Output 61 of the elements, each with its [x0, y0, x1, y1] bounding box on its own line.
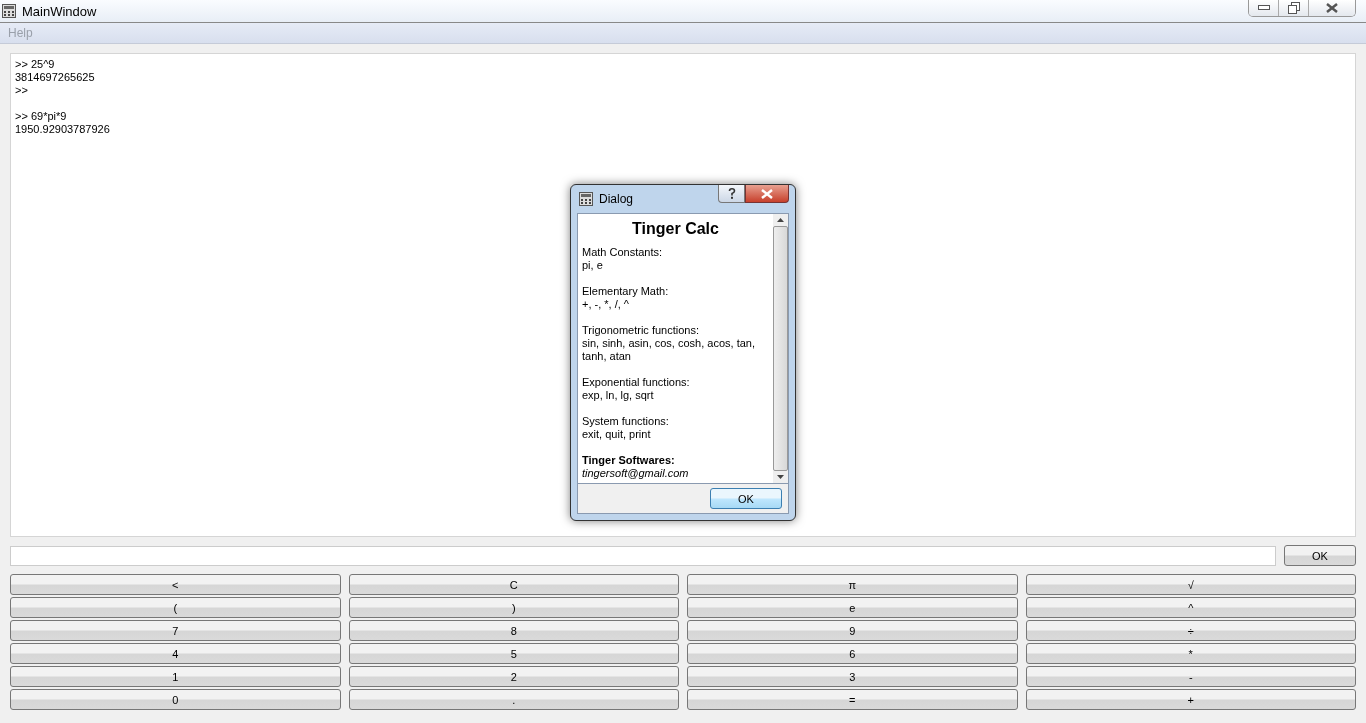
calculator-icon [579, 192, 593, 206]
keypad-button[interactable]: * [1025, 643, 1356, 664]
dialog-title: Dialog [599, 192, 634, 206]
section-heading: Trigonometric functions: [582, 324, 700, 337]
down-arrow-icon [777, 475, 784, 479]
email-text: tingersoft@gmail.com [582, 467, 690, 480]
console-line: >> 69*pi*9 [15, 110, 68, 123]
keypad-button[interactable]: 7 [10, 620, 341, 641]
ok-button[interactable]: OK [1284, 545, 1356, 566]
restore-icon [1287, 2, 1300, 14]
keypad-button[interactable]: 3 [687, 666, 1018, 687]
keypad-button[interactable]: 9 [687, 620, 1018, 641]
author-name: Tinger Softwares: [582, 454, 676, 467]
close-button[interactable] [745, 185, 789, 203]
input-field[interactable] [10, 545, 1276, 566]
console-line: 1950.92903787926 [15, 123, 111, 136]
keypad-button[interactable]: C [348, 574, 679, 595]
question-mark-icon [727, 188, 736, 199]
keypad-button[interactable]: ÷ [1025, 620, 1356, 641]
keypad-button[interactable]: + [1025, 689, 1356, 710]
close-icon [1326, 3, 1338, 13]
keypad-button[interactable]: < [10, 574, 341, 595]
section-heading: Math Constants: [582, 246, 664, 259]
keypad-button[interactable]: 2 [348, 666, 679, 687]
console-line: >> 25^9 [15, 58, 56, 71]
close-icon [761, 188, 773, 199]
keypad-button[interactable]: - [1025, 666, 1356, 687]
calculator-icon [2, 4, 16, 18]
console-line: >> [15, 84, 29, 97]
keypad-button[interactable]: = [687, 689, 1018, 710]
section-heading: Elementary Math: [582, 285, 670, 298]
keypad-button[interactable]: 8 [348, 620, 679, 641]
section-heading: System functions: [582, 415, 670, 428]
keypad-button[interactable]: 5 [348, 643, 679, 664]
close-button[interactable] [1309, 0, 1355, 16]
keypad-button[interactable]: √ [1025, 574, 1356, 595]
keypad-button[interactable]: e [687, 597, 1018, 618]
restore-button[interactable] [1279, 0, 1309, 16]
keypad-button[interactable]: π [687, 574, 1018, 595]
dialog-heading: Tinger Calc [631, 220, 720, 238]
help-button[interactable] [718, 185, 745, 203]
section-text: sin, sinh, asin, cos, cosh, acos, tan, tanh, atan [582, 337, 757, 363]
keypad-button[interactable]: . [348, 689, 679, 710]
window-title: MainWindow [22, 3, 97, 19]
keypad-button[interactable]: 6 [687, 643, 1018, 664]
keypad-button[interactable]: ^ [1025, 597, 1356, 618]
keypad-button[interactable]: 0 [10, 689, 341, 710]
minimize-button[interactable] [1249, 0, 1279, 16]
section-text: pi, e [582, 259, 604, 272]
up-arrow-icon [777, 218, 784, 222]
section-text: exit, quit, print [582, 428, 652, 441]
keypad-button[interactable]: 4 [10, 643, 341, 664]
ok-button[interactable]: OK [710, 488, 782, 509]
keypad-button[interactable]: ) [348, 597, 679, 618]
keypad-button[interactable]: 1 [10, 666, 341, 687]
section-text: exp, ln, lg, sqrt [582, 389, 655, 402]
console-line: 3814697265625 [15, 71, 96, 84]
keypad-button[interactable]: ( [10, 597, 341, 618]
minimize-icon [1257, 5, 1270, 11]
section-text: +, -, *, /, ^ [582, 298, 631, 311]
section-heading: Exponential functions: [582, 376, 691, 389]
